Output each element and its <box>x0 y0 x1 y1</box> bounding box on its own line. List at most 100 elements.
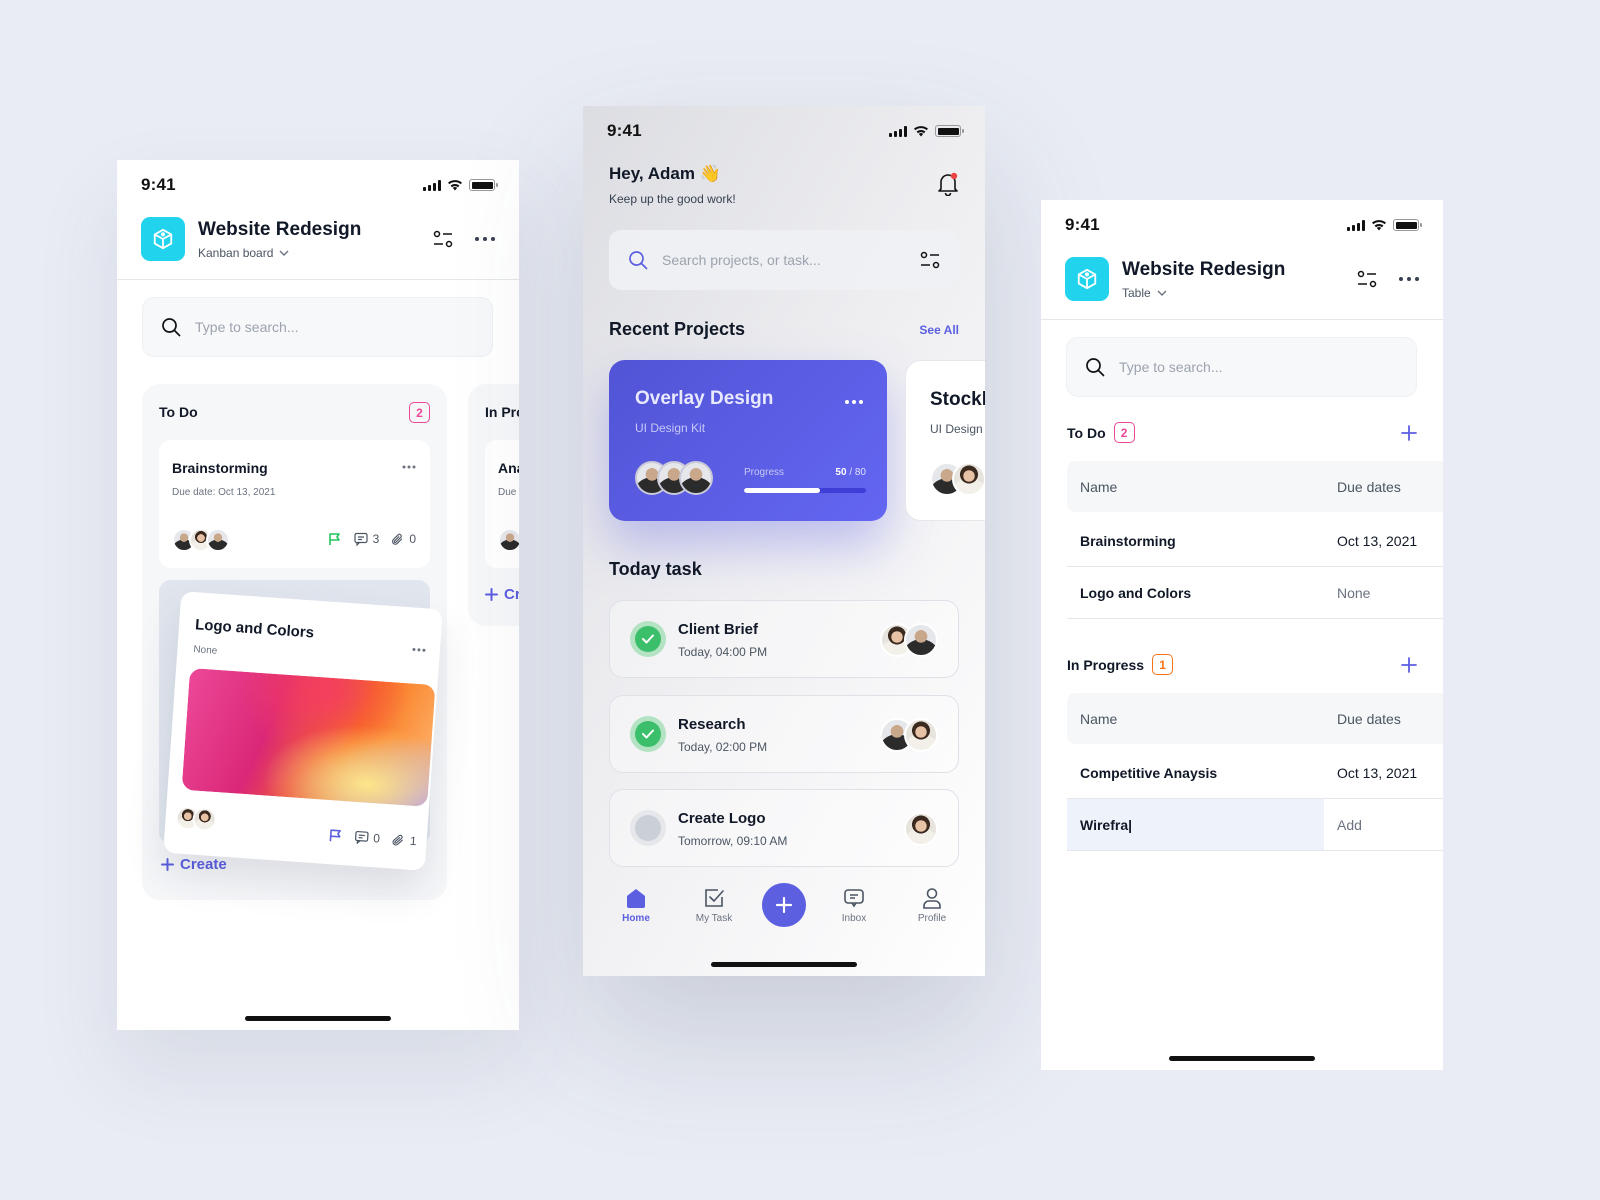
member-avatars <box>635 461 713 495</box>
task-item[interactable]: Create Logo Tomorrow, 09:10 AM <box>609 789 959 867</box>
avatar <box>679 461 713 495</box>
project-card-title: Stockholm <box>930 389 985 410</box>
bell-icon <box>938 172 958 196</box>
add-due-date[interactable]: Add <box>1324 799 1362 850</box>
check-icon <box>642 729 654 739</box>
attachment-count: 1 <box>409 833 418 849</box>
table-row-editing[interactable]: Wirefra| Add <box>1067 799 1443 851</box>
table-row[interactable]: Competitive Anaysis Oct 13, 2021 <box>1067 747 1443 799</box>
add-row-button[interactable] <box>1401 424 1417 441</box>
notifications-button[interactable] <box>937 172 959 196</box>
status-icons <box>889 125 964 137</box>
greeting-title: Hey, Adam 👋 <box>609 164 721 183</box>
comment-icon <box>354 532 368 546</box>
task-item[interactable]: Client Brief Today, 04:00 PM <box>609 600 959 678</box>
plus-icon <box>485 588 498 601</box>
status-bar: 9:41 <box>1065 214 1422 236</box>
progress-label: Progress <box>744 467 785 478</box>
status-bar: 9:41 <box>141 174 498 196</box>
more-icon[interactable] <box>402 465 416 469</box>
tab-home[interactable]: Home <box>606 887 666 924</box>
task-time: Today, 02:00 PM <box>678 740 768 754</box>
view-label: Table <box>1122 285 1151 300</box>
progress-fill <box>744 488 821 493</box>
search-input[interactable]: Type to search... <box>1066 337 1417 397</box>
more-button[interactable] <box>475 237 495 241</box>
add-button[interactable] <box>762 883 806 927</box>
home-indicator <box>1169 1056 1315 1061</box>
task-checkbox[interactable] <box>630 621 666 657</box>
count-badge: 1 <box>1152 654 1174 675</box>
view-switcher[interactable]: Table <box>1122 286 1357 300</box>
task-card[interactable]: Brainstorming Due date: Oct 13, 2021 3 0 <box>159 440 430 568</box>
table-row[interactable]: Brainstorming Oct 13, 2021 <box>1067 515 1443 567</box>
chat-icon <box>844 888 864 907</box>
column-header-due[interactable]: Due dates <box>1324 461 1401 512</box>
paperclip-icon <box>392 533 403 545</box>
column-header-due[interactable]: Due dates <box>1324 693 1401 744</box>
more-button[interactable] <box>1399 277 1419 281</box>
task-item[interactable]: Research Today, 02:00 PM <box>609 695 959 773</box>
tab-label: Inbox <box>841 912 867 924</box>
filter-button[interactable] <box>1357 270 1377 288</box>
chevron-down-icon <box>1157 290 1167 296</box>
comment-count: 0 <box>372 831 381 846</box>
create-card-button[interactable]: Create <box>161 856 227 873</box>
card-due-date: Due date: Oct 13, 2021 <box>172 487 276 498</box>
project-card-title: Overlay Design <box>635 388 774 409</box>
add-row-button[interactable] <box>1401 656 1417 673</box>
row-name: Brainstorming <box>1080 532 1176 549</box>
wifi-icon <box>1372 220 1386 231</box>
avatar <box>952 462 985 496</box>
comment-count: 3 <box>372 532 380 546</box>
project-card-subtitle: UI Design Kit <box>635 421 706 435</box>
filter-icon[interactable] <box>920 251 940 269</box>
progress-bar <box>744 488 866 493</box>
row-due: Oct 13, 2021 <box>1337 532 1418 549</box>
assignee-avatars <box>904 812 938 846</box>
search-placeholder: Search projects, or task... <box>662 252 821 268</box>
more-icon[interactable] <box>412 647 426 652</box>
tab-inbox[interactable]: Inbox <box>824 887 884 924</box>
avatar <box>904 812 938 846</box>
dragged-task-card[interactable]: Logo and Colors None 0 1 <box>163 591 443 871</box>
task-card[interactable]: Analysis Due date <box>485 440 519 568</box>
see-all-link[interactable]: See All <box>919 323 959 337</box>
task-checkbox[interactable] <box>630 716 666 752</box>
user-icon <box>923 887 941 909</box>
project-title: Website Redesign <box>1122 258 1286 280</box>
tab-my-task[interactable]: My Task <box>684 887 744 924</box>
column-header-name[interactable]: Name <box>1067 461 1324 512</box>
filter-icon <box>1357 270 1377 288</box>
status-icons <box>423 179 498 191</box>
battery-icon <box>469 179 498 191</box>
view-switcher[interactable]: Kanban board <box>198 246 433 260</box>
project-header: Website Redesign Table <box>1065 256 1419 302</box>
group-title: To Do <box>1067 424 1106 441</box>
more-icon[interactable] <box>845 400 863 404</box>
task-checkbox[interactable] <box>630 810 666 846</box>
row-name-input[interactable]: Wirefra| <box>1067 799 1324 850</box>
search-input[interactable]: Search projects, or task... <box>609 230 959 290</box>
flag-icon <box>328 533 340 545</box>
more-icon <box>475 237 495 241</box>
search-icon <box>1086 358 1105 377</box>
today-task-title: Today task <box>609 559 702 579</box>
bottom-tab-bar: Home My Task Inbox Profile <box>583 870 985 940</box>
row-due: None <box>1337 584 1371 601</box>
filter-button[interactable] <box>433 230 453 248</box>
create-card-button[interactable]: Create <box>485 586 519 603</box>
count-badge: 2 <box>1113 422 1135 443</box>
project-card[interactable]: Stockholm UI Design Kit <box>905 360 985 521</box>
tab-profile[interactable]: Profile <box>902 887 962 924</box>
group-title: In Progress <box>1067 656 1145 673</box>
check-icon <box>642 634 654 644</box>
column-header-name[interactable]: Name <box>1067 693 1324 744</box>
count-badge: 2 <box>409 402 430 423</box>
kanban-column-in-progress: In Progress Analysis Due date Create <box>468 384 519 626</box>
search-placeholder: Type to search... <box>195 319 299 335</box>
search-input[interactable]: Type to search... <box>142 297 493 357</box>
project-card[interactable]: Overlay Design UI Design Kit Progress 50… <box>609 360 887 521</box>
table-row[interactable]: Logo and Colors None <box>1067 567 1443 619</box>
signal-icon <box>423 179 441 191</box>
